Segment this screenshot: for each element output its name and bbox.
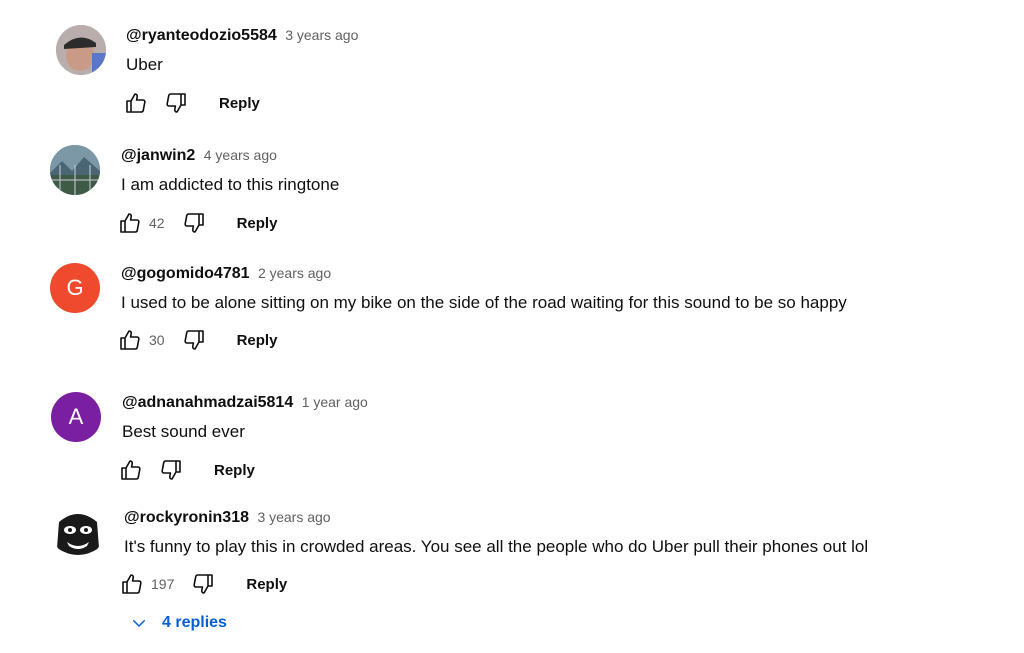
comment-header: @rockyronin318 3 years ago xyxy=(124,509,331,527)
avatar[interactable]: G xyxy=(50,263,100,313)
comment-actions: 197 Reply xyxy=(119,570,287,598)
comment-text: Best sound ever xyxy=(122,422,245,441)
comment-header: @adnanahmadzai5814 1 year ago xyxy=(122,394,368,412)
reply-button[interactable]: Reply xyxy=(219,95,260,112)
thumbs-down-icon[interactable] xyxy=(190,571,216,597)
like-count: 30 xyxy=(149,332,165,348)
thumbs-up-icon[interactable] xyxy=(118,457,144,483)
cartoon-face-icon xyxy=(53,508,103,558)
avatar[interactable]: A xyxy=(51,392,101,442)
chevron-down-icon xyxy=(128,612,150,634)
landscape-avatar-icon xyxy=(50,145,100,195)
comment-text: I am addicted to this ringtone xyxy=(121,175,340,194)
thumbs-down-icon[interactable] xyxy=(163,90,189,116)
like-count: 42 xyxy=(149,215,165,231)
comment-author[interactable]: @adnanahmadzai5814 xyxy=(122,394,293,411)
avatar[interactable] xyxy=(56,25,106,75)
comment-timestamp[interactable]: 4 years ago xyxy=(204,147,277,163)
comment-header: @janwin2 4 years ago xyxy=(121,147,277,165)
comment-author[interactable]: @rockyronin318 xyxy=(124,509,249,526)
thumbs-up-icon[interactable] xyxy=(119,571,145,597)
thumbs-up-icon[interactable] xyxy=(117,327,143,353)
comment-timestamp[interactable]: 3 years ago xyxy=(257,509,330,525)
comment-actions: 42 Reply xyxy=(117,209,277,237)
reply-button[interactable]: Reply xyxy=(246,576,287,593)
comment-actions: Reply xyxy=(118,456,255,484)
reply-button[interactable]: Reply xyxy=(214,462,255,479)
reply-button[interactable]: Reply xyxy=(237,215,278,232)
show-replies-button[interactable]: 4 replies xyxy=(128,612,227,634)
reply-button[interactable]: Reply xyxy=(237,332,278,349)
comment-author[interactable]: @gogomido4781 xyxy=(121,265,250,282)
comment-author[interactable]: @janwin2 xyxy=(121,147,195,164)
comment-author[interactable]: @ryanteodozio5584 xyxy=(126,27,277,44)
avatar-letter: A xyxy=(68,404,84,429)
comment-text: Uber xyxy=(126,55,163,74)
thumbs-up-icon[interactable] xyxy=(123,90,149,116)
comment-actions: 30 Reply xyxy=(117,326,277,354)
replies-count-label: 4 replies xyxy=(162,614,227,631)
avatar-letter: G xyxy=(66,275,84,300)
comment-text: It's funny to play this in crowded areas… xyxy=(124,537,869,556)
avatar[interactable] xyxy=(50,145,100,195)
comment-timestamp[interactable]: 1 year ago xyxy=(302,394,368,410)
avatar[interactable] xyxy=(53,508,103,558)
comment-timestamp[interactable]: 3 years ago xyxy=(285,27,358,43)
comment-text: I used to be alone sitting on my bike on… xyxy=(121,293,847,312)
comment-actions: Reply xyxy=(123,89,260,117)
thumbs-down-icon[interactable] xyxy=(158,457,184,483)
thumbs-down-icon[interactable] xyxy=(181,327,207,353)
person-avatar-icon xyxy=(56,25,106,75)
thumbs-up-icon[interactable] xyxy=(117,210,143,236)
like-count: 197 xyxy=(151,576,175,592)
comment-timestamp[interactable]: 2 years ago xyxy=(258,265,331,281)
comment-header: @gogomido4781 2 years ago xyxy=(121,265,331,283)
comment-header: @ryanteodozio5584 3 years ago xyxy=(126,27,358,45)
thumbs-down-icon[interactable] xyxy=(181,210,207,236)
